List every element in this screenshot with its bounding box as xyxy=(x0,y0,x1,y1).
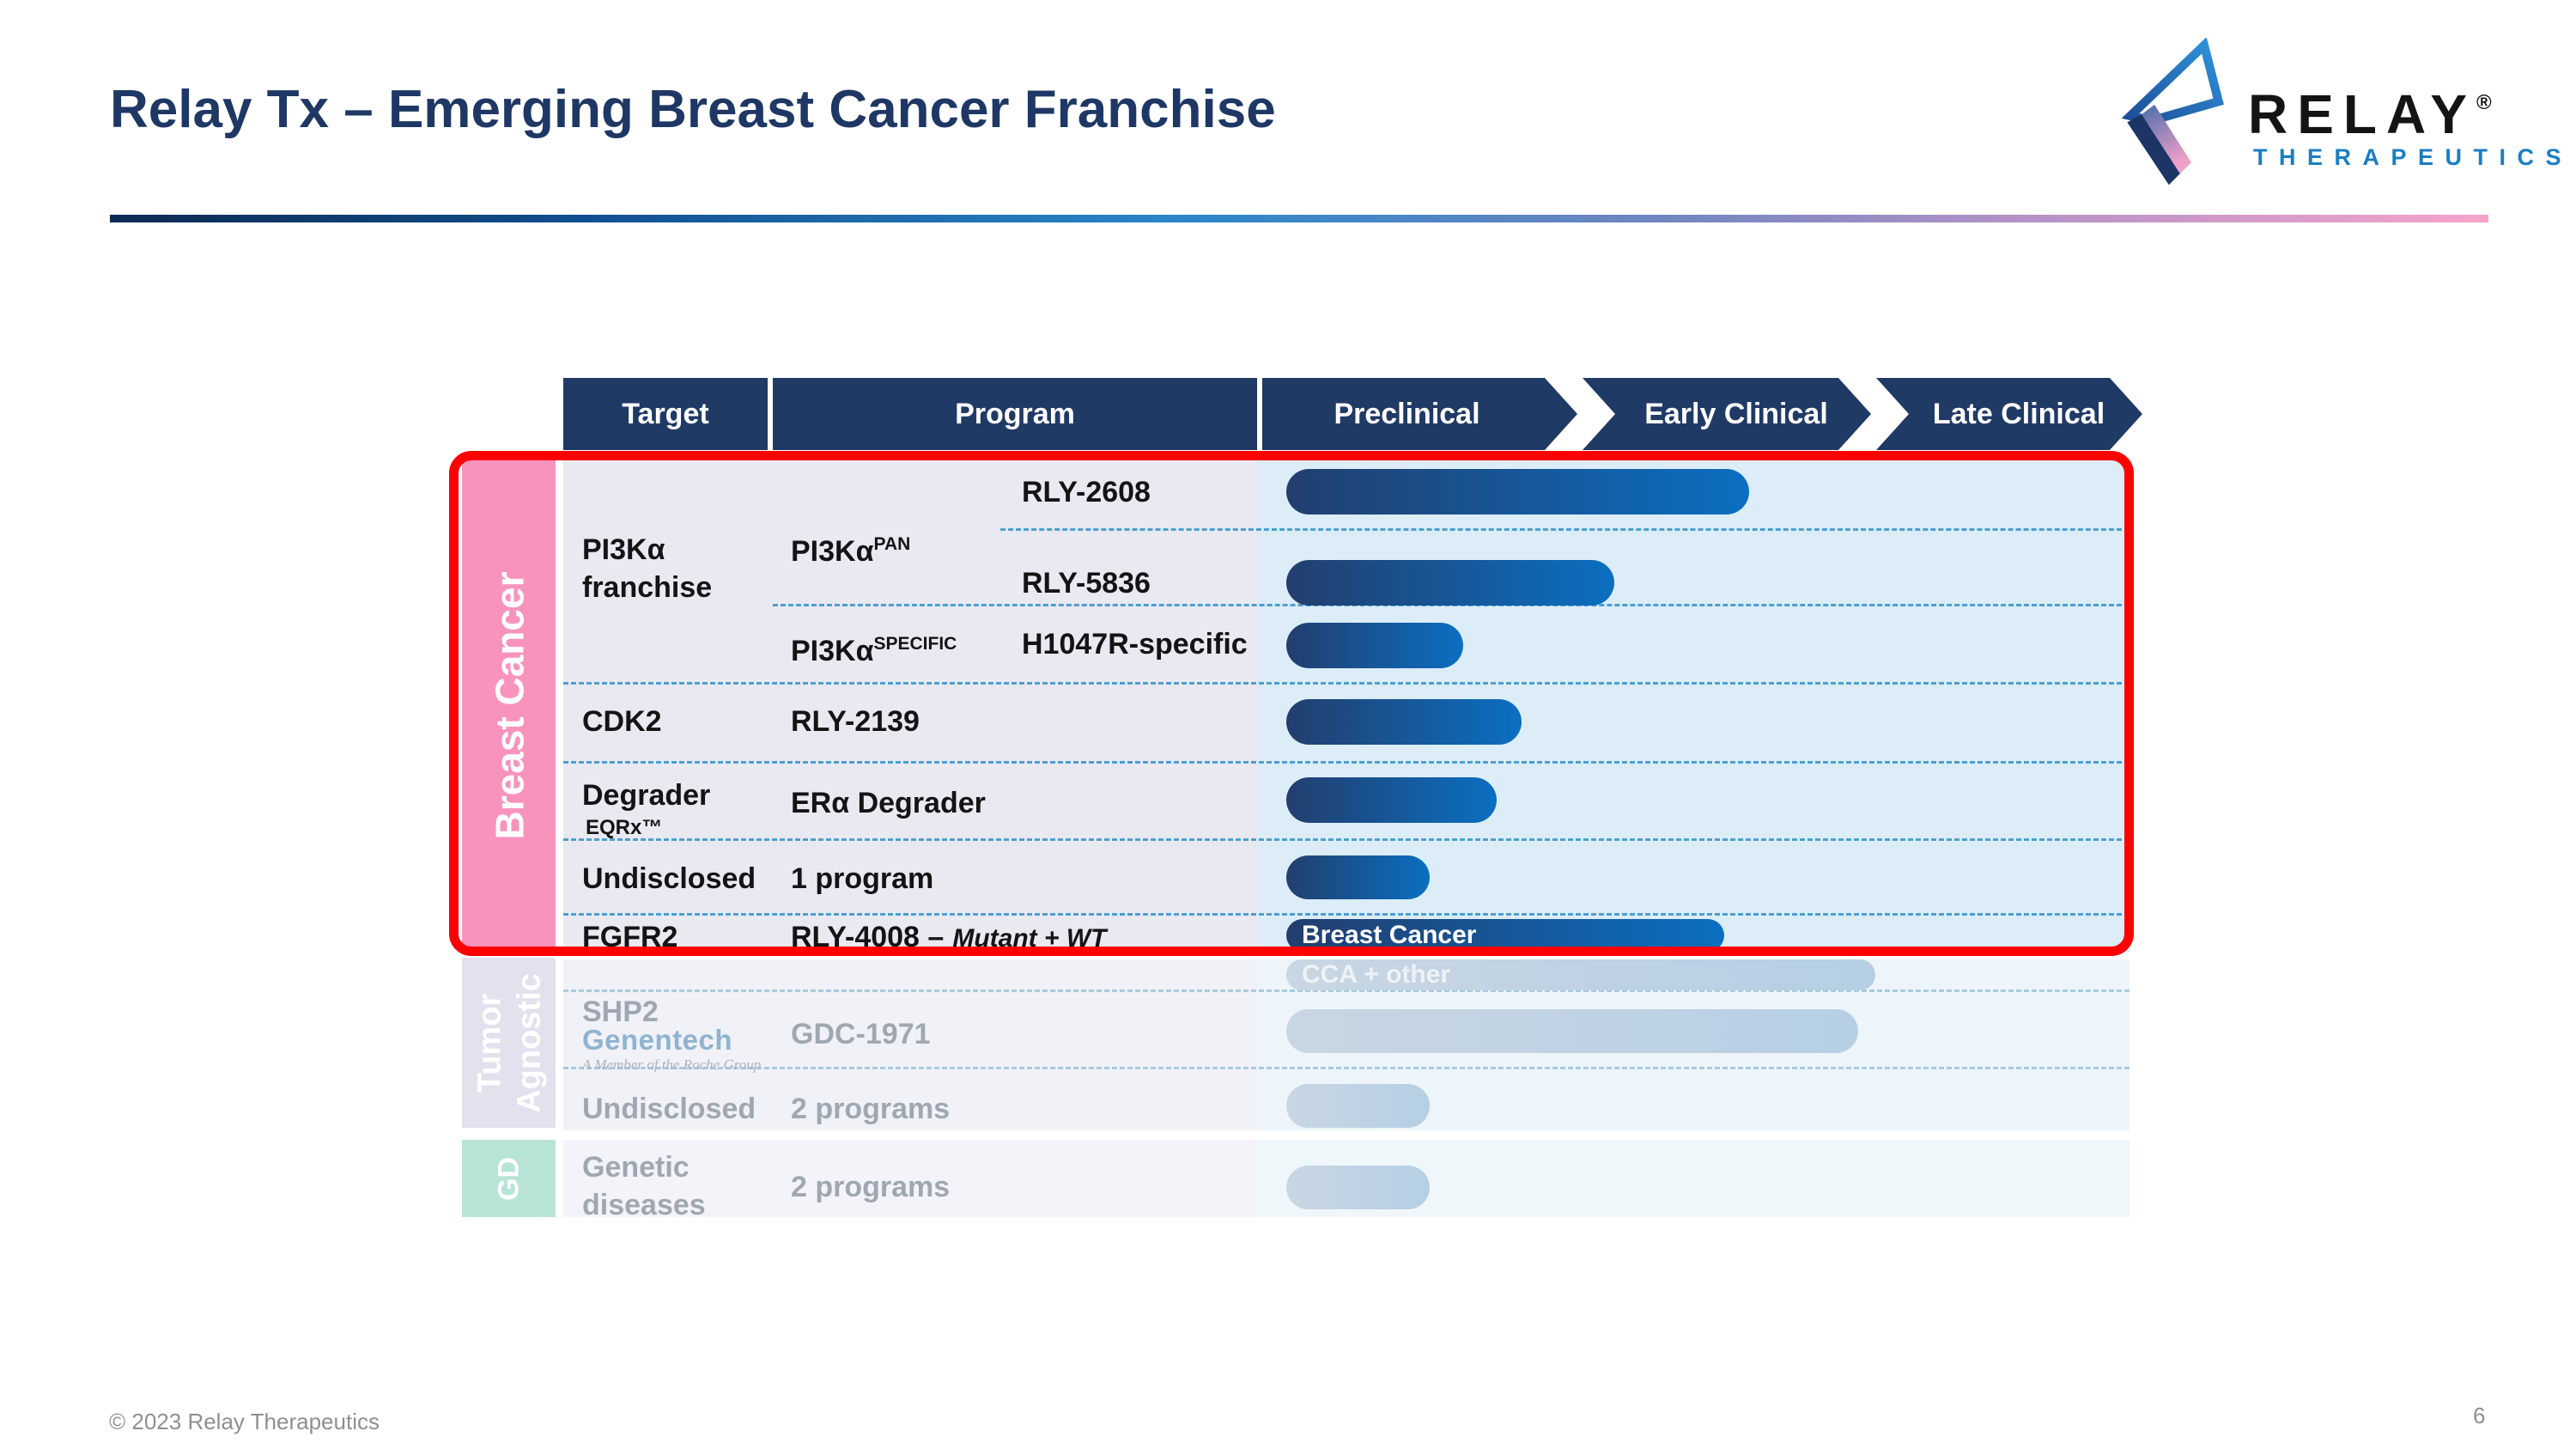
slide: Relay Tx – Emerging Breast Cancer Franch… xyxy=(0,0,2576,1449)
target-genetic-diseases: Genetic diseases xyxy=(582,1148,771,1224)
header-phase-early-clinical: Early Clinical xyxy=(1583,378,1871,450)
genentech-tagline: A Member of the Roche Group xyxy=(582,1056,761,1074)
sidebar-tumor-agnostic-label: Tumor Agnostic xyxy=(462,958,556,1128)
brand-name: RELAY xyxy=(2248,83,2476,145)
progress-bar-gdc-1971 xyxy=(1286,1009,1858,1053)
bar-label-cca-other: CCA + other xyxy=(1286,959,1875,990)
row-divider xyxy=(563,1067,2129,1069)
page-title: Relay Tx – Emerging Breast Cancer Franch… xyxy=(110,79,1276,140)
registered-mark: ® xyxy=(2476,91,2492,114)
sidebar-tumor-agnostic: Tumor Agnostic xyxy=(462,958,556,1128)
program-gdc-1971: GDC-1971 xyxy=(791,1015,931,1053)
footer-page-number: 6 xyxy=(2473,1403,2485,1429)
header-phase-preclinical: Preclinical xyxy=(1262,378,1577,450)
sidebar-gd: GD xyxy=(462,1140,556,1217)
footer-copyright: © 2023 Relay Therapeutics xyxy=(109,1409,380,1435)
header-phase-late-clinical: Late Clinical xyxy=(1876,378,2142,450)
sidebar-gd-label: GD xyxy=(462,1140,556,1217)
progress-bar-rly-4008-cca: CCA + other xyxy=(1286,959,1875,990)
header-target: Target xyxy=(563,378,768,450)
highlight-box xyxy=(449,451,2134,956)
progress-bar-two-programs-gd xyxy=(1286,1166,1430,1209)
progress-bar-two-programs-ta xyxy=(1286,1084,1430,1128)
title-divider xyxy=(110,215,2488,222)
relay-logo-mark xyxy=(2119,38,2239,192)
program-two-programs-ta: 2 programs xyxy=(791,1090,950,1128)
brand-subtitle: THERAPEUTICS xyxy=(2253,144,2573,171)
genentech-logo: Genentech xyxy=(582,1024,732,1056)
brand-wordmark: RELAY® xyxy=(2248,82,2492,146)
target-undisclosed-ta: Undisclosed xyxy=(582,1090,756,1128)
program-two-programs-gd: 2 programs xyxy=(791,1168,950,1206)
header-program: Program xyxy=(773,378,1257,450)
